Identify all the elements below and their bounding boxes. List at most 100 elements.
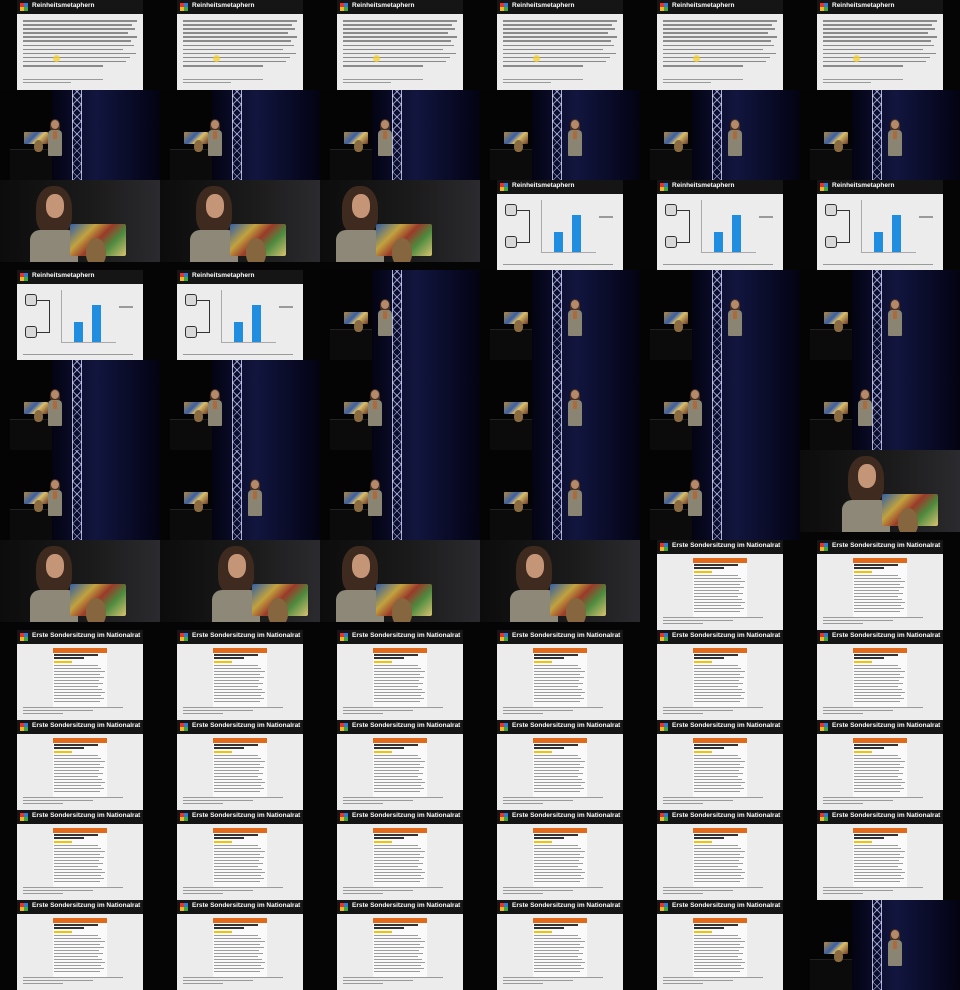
frame-thumbnail: [640, 360, 800, 450]
slide-title: Reinheitsmetaphern: [352, 2, 415, 9]
slide-title: Erste Sondersitzung im Nationalrat: [192, 902, 301, 909]
truss-tower: [712, 90, 722, 180]
news-highlight: [54, 931, 72, 933]
plush-toy: [354, 320, 363, 332]
truss-tower: [552, 450, 562, 540]
bar-chart: [541, 200, 596, 253]
plush-toy: [354, 140, 363, 152]
cycle-diagram: [23, 292, 57, 340]
slide-frame: Erste Sondersitzung im Nationalrat: [657, 630, 783, 720]
chart-bar: [252, 304, 261, 342]
frame-thumbnail: [0, 180, 160, 270]
closeup-shot: [800, 450, 960, 540]
slide-footnote: [663, 885, 763, 894]
stage-shot: [160, 90, 320, 180]
stage-curtain: [212, 90, 320, 180]
truss-tower: [872, 270, 882, 360]
frame-thumbnail: [160, 450, 320, 540]
logo-icon: [340, 723, 349, 732]
news-headline: [374, 927, 404, 929]
slide-frame: Reinheitsmetaphern: [177, 0, 303, 90]
plush-toy: [194, 140, 203, 152]
news-clipping: [533, 828, 587, 888]
logo-icon: [180, 813, 189, 822]
slide-header: Erste Sondersitzung im Nationalrat: [337, 900, 463, 914]
news-body: [374, 845, 426, 884]
news-clipping: [853, 828, 907, 888]
slide-header: Erste Sondersitzung im Nationalrat: [497, 720, 623, 734]
news-clipping: [693, 648, 747, 708]
frame-thumbnail: [480, 360, 640, 450]
slide-footnote: [183, 975, 283, 984]
slide-header: Erste Sondersitzung im Nationalrat: [337, 810, 463, 824]
logo-icon: [660, 543, 669, 552]
news-clipping: [53, 738, 107, 798]
stage-shot: [640, 450, 800, 540]
frame-thumbnail: Erste Sondersitzung im Nationalrat: [320, 810, 480, 900]
stage-shot: [480, 270, 640, 360]
news-banner: [53, 738, 107, 743]
slide-frame: Erste Sondersitzung im Nationalrat: [657, 810, 783, 900]
slide-frame: Erste Sondersitzung im Nationalrat: [337, 900, 463, 990]
highlight-dot: [213, 55, 220, 62]
news-highlight: [694, 661, 712, 663]
stage-curtain: [692, 450, 800, 540]
chart-bar: [892, 214, 901, 252]
news-headline: [854, 657, 884, 659]
slide-title: Erste Sondersitzung im Nationalrat: [32, 632, 141, 639]
news-clipping: [373, 918, 427, 978]
slide-header: Reinheitsmetaphern: [17, 270, 143, 284]
podium: [650, 419, 692, 450]
slide-title: Erste Sondersitzung im Nationalrat: [512, 902, 621, 909]
cycle-diagram: [183, 292, 217, 340]
news-headline: [214, 657, 244, 659]
frame-thumbnail: Erste Sondersitzung im Nationalrat: [640, 720, 800, 810]
news-banner: [693, 648, 747, 653]
slide-frame: Reinheitsmetaphern: [17, 270, 143, 360]
stage-curtain: [52, 450, 160, 540]
chart-legend: [279, 306, 293, 308]
slide-body-text: [823, 20, 937, 69]
news-headline: [694, 834, 738, 836]
bar-chart: [861, 200, 916, 253]
news-headline: [534, 654, 578, 656]
slide-header: Reinheitsmetaphern: [337, 0, 463, 14]
truss-tower: [872, 360, 882, 450]
news-headline: [534, 747, 564, 749]
plush-toy: [34, 410, 43, 422]
logo-icon: [180, 903, 189, 912]
stage-curtain: [532, 90, 640, 180]
logo-icon: [820, 633, 829, 642]
slide-footnote: [503, 795, 603, 804]
slide-footnote: [183, 77, 263, 83]
frame-thumbnail: [0, 540, 160, 630]
diagram-arrow: [529, 210, 530, 242]
news-body: [54, 755, 106, 794]
news-body: [694, 755, 746, 794]
closeup-shot: [320, 180, 480, 270]
news-headline: [534, 927, 564, 929]
news-clipping: [853, 738, 907, 798]
stage-curtain: [852, 90, 960, 180]
stage-shot: [160, 450, 320, 540]
slide-footnote: [183, 795, 283, 804]
chart-legend: [759, 216, 773, 218]
logo-icon: [180, 3, 189, 12]
frame-thumbnail: Reinheitsmetaphern: [640, 180, 800, 270]
slide-frame: Erste Sondersitzung im Nationalrat: [817, 720, 943, 810]
news-clipping: [213, 918, 267, 978]
logo-icon: [500, 183, 509, 192]
news-clipping: [693, 738, 747, 798]
news-headline: [374, 747, 404, 749]
frame-thumbnail: [480, 450, 640, 540]
chart-bar: [74, 322, 83, 342]
slide-footnote: [503, 705, 603, 714]
diagram-arrow: [516, 210, 530, 211]
news-headline: [534, 837, 564, 839]
slide-header: Erste Sondersitzung im Nationalrat: [177, 630, 303, 644]
news-headline: [694, 567, 724, 569]
logo-icon: [180, 633, 189, 642]
slide-header: Erste Sondersitzung im Nationalrat: [497, 810, 623, 824]
news-banner: [533, 918, 587, 923]
podium: [490, 149, 532, 180]
